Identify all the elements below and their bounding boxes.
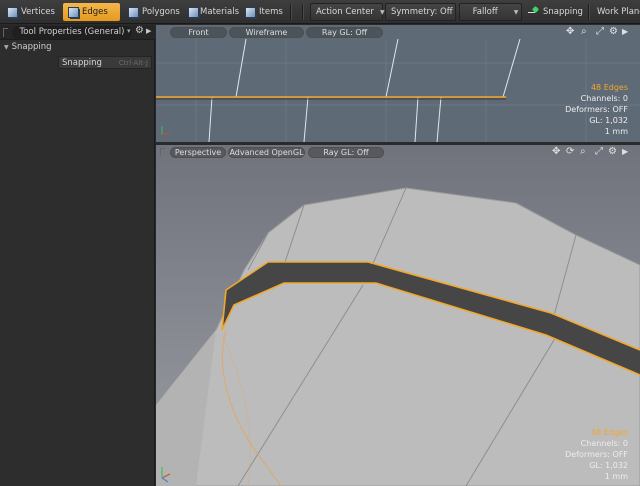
zoom-icon[interactable]: ⌕ bbox=[580, 146, 586, 157]
gear-icon[interactable]: ⚙ bbox=[608, 146, 617, 157]
viewport-info-readout: 48 Edges Channels: 0 Deformers: OFF GL: … bbox=[565, 82, 628, 137]
fit-icon[interactable]: ⤢ bbox=[595, 146, 603, 157]
channels-readout: Channels: 0 bbox=[580, 94, 628, 103]
viewport-expand-icon[interactable]: ▶ bbox=[622, 147, 628, 156]
chevron-down-icon: ▼ bbox=[379, 8, 385, 16]
items-mode-label: Items bbox=[259, 7, 283, 17]
chevron-down-icon: ▼ bbox=[513, 8, 519, 16]
toolbar-separator bbox=[302, 4, 303, 20]
toolbar-separator bbox=[290, 4, 291, 20]
deformers-readout: Deformers: OFF bbox=[565, 105, 628, 114]
symmetry-label: Symmetry: Off bbox=[391, 7, 453, 17]
action-center-label: Action Center bbox=[316, 7, 374, 17]
gear-icon[interactable]: ⚙ bbox=[609, 26, 618, 37]
view-type-selector[interactable]: Perspective bbox=[170, 147, 226, 158]
panel-header: Tool Properties (General) ▾ ⚙ ▶ bbox=[0, 25, 155, 40]
main-toolbar: Vertices Edges Polygons Materials Items … bbox=[0, 0, 640, 24]
collapse-triangle-icon: ▼ bbox=[4, 44, 9, 51]
gl-readout: GL: 1,032 bbox=[589, 461, 628, 470]
viewport-info-readout: 48 Edges Channels: 0 Deformers: OFF GL: … bbox=[565, 427, 628, 482]
materials-icon bbox=[187, 6, 201, 19]
deformers-readout: Deformers: OFF bbox=[565, 450, 628, 459]
snapping-hotkey: Ctrl-Alt-J bbox=[118, 59, 148, 67]
polygons-mode-button[interactable]: Polygons bbox=[123, 3, 181, 21]
gl-readout: GL: 1,032 bbox=[589, 116, 628, 125]
panel-menu-icon[interactable]: ▾ bbox=[127, 27, 131, 35]
snapping-row-label: Snapping bbox=[62, 58, 102, 68]
vertices-mode-label: Vertices bbox=[21, 7, 55, 17]
perspective-viewport[interactable]: Perspective Advanced OpenGL Ray GL: Off … bbox=[156, 145, 640, 486]
items-mode-button[interactable]: Items bbox=[240, 3, 286, 21]
snapping-section-header[interactable]: ▼ Snapping bbox=[0, 41, 155, 54]
work-plane-label: Work Plane bbox=[597, 7, 640, 17]
shading-mode-selector[interactable]: Advanced OpenGL bbox=[228, 147, 305, 158]
section-label: Snapping bbox=[11, 42, 52, 52]
grid-scale-readout: 1 mm bbox=[604, 127, 628, 136]
raygl-toggle[interactable]: Ray GL: Off bbox=[306, 27, 383, 38]
pan-icon[interactable]: ✥ bbox=[566, 26, 574, 37]
work-plane-button[interactable]: Work Plane bbox=[597, 3, 640, 21]
polygons-icon bbox=[127, 6, 140, 19]
materials-mode-button[interactable]: Materials bbox=[183, 3, 239, 21]
action-center-dropdown[interactable]: Action Center ▼ bbox=[310, 3, 385, 21]
viewport-grip-icon[interactable] bbox=[160, 28, 165, 36]
pan-icon[interactable]: ✥ bbox=[552, 146, 560, 157]
rotate-icon[interactable]: ⟳ bbox=[566, 146, 574, 157]
items-icon bbox=[244, 6, 257, 19]
fit-icon[interactable]: ⤢ bbox=[596, 26, 604, 37]
toolbar-separator bbox=[588, 4, 589, 20]
falloff-label: Falloff bbox=[472, 7, 498, 17]
panel-expand-icon[interactable]: ▶ bbox=[146, 27, 151, 35]
selection-count: 48 Edges bbox=[590, 83, 628, 92]
edges-mode-button[interactable]: Edges bbox=[63, 3, 120, 21]
snapping-label: Snapping bbox=[543, 7, 583, 17]
viewport-grip-icon[interactable] bbox=[160, 148, 165, 156]
tool-properties-panel: Tool Properties (General) ▾ ⚙ ▶ ▼ Snappin… bbox=[0, 25, 155, 486]
materials-mode-label: Materials bbox=[200, 7, 239, 17]
symmetry-dropdown[interactable]: Symmetry: Off ▼ bbox=[385, 3, 463, 21]
snapping-icon bbox=[528, 6, 540, 18]
grid-scale-readout: 1 mm bbox=[604, 472, 628, 481]
snapping-button[interactable]: Snapping bbox=[528, 3, 584, 21]
raygl-toggle[interactable]: Ray GL: Off bbox=[308, 147, 384, 158]
view-type-selector[interactable]: Front bbox=[170, 27, 227, 38]
viewport-expand-icon[interactable]: ▶ bbox=[622, 27, 628, 36]
snapping-toggle-row[interactable]: Snapping Ctrl-Alt-J bbox=[58, 56, 152, 69]
channels-readout: Channels: 0 bbox=[580, 439, 628, 448]
front-viewport[interactable]: Front Wireframe Ray GL: Off ✥ ⌕ ⤢ ⚙ ▶ 48… bbox=[156, 25, 640, 142]
vertices-icon bbox=[6, 6, 19, 19]
selection-count: 48 Edges bbox=[590, 428, 628, 437]
zoom-icon[interactable]: ⌕ bbox=[581, 26, 587, 37]
panel-grip-icon[interactable] bbox=[3, 28, 8, 37]
polygons-mode-label: Polygons bbox=[142, 7, 180, 17]
gear-icon[interactable]: ⚙ bbox=[135, 25, 144, 36]
shading-mode-selector[interactable]: Wireframe bbox=[229, 27, 304, 38]
panel-title-tab[interactable]: Tool Properties (General) bbox=[12, 26, 132, 39]
vertices-mode-button[interactable]: Vertices bbox=[2, 3, 60, 21]
falloff-dropdown[interactable]: Falloff ▼ bbox=[459, 3, 522, 21]
edges-mode-label: Edges bbox=[82, 7, 108, 17]
edges-icon bbox=[67, 6, 80, 19]
